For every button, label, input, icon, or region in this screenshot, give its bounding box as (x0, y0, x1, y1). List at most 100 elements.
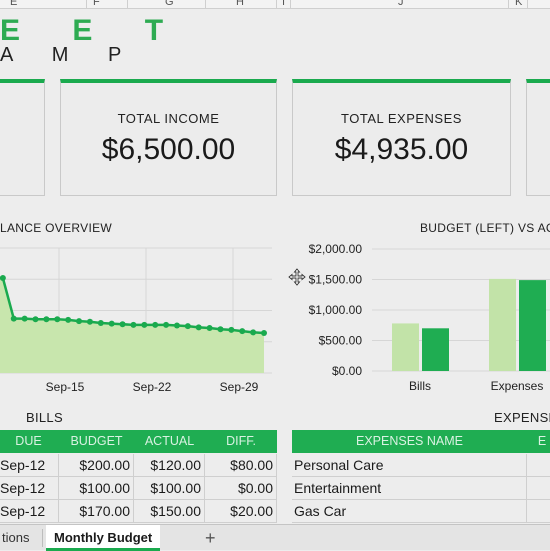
table-header-cell[interactable]: E (527, 430, 550, 453)
x-tick-label: Sep-29 (220, 380, 259, 394)
x-tick-label: Bills (409, 379, 431, 393)
table-header-cell[interactable]: DIFF. (205, 430, 277, 453)
balance-overview-title: LANCE OVERVIEW (0, 221, 113, 235)
balance-point (206, 325, 213, 331)
x-tick-label: Sep-15 (46, 380, 85, 394)
table-cell[interactable] (527, 477, 550, 500)
balance-point (261, 330, 267, 336)
expenses-title: EXPENSE (494, 410, 550, 425)
y-tick-label: $0.00 (332, 364, 362, 378)
balance-point (152, 321, 159, 328)
add-sheet-button[interactable]: + (205, 525, 216, 551)
balance-point (163, 321, 170, 328)
balance-point (217, 326, 224, 333)
table-cell[interactable]: Personal Care (292, 454, 527, 477)
balance-point (43, 316, 50, 323)
table-cell[interactable]: $170.00 (59, 500, 134, 523)
balance-point (195, 324, 202, 331)
total-income-value: $6,500.00 (101, 133, 236, 166)
table-cell[interactable]: $200.00 (59, 454, 134, 477)
table-cell[interactable]: $150.00 (134, 500, 205, 523)
column-letter[interactable]: J (398, 0, 404, 8)
logo-top-text: E E T (0, 14, 186, 47)
balance-point (250, 329, 257, 336)
table-cell[interactable]: $100.00 (134, 477, 205, 500)
balance-point (54, 316, 61, 323)
balance-point (173, 322, 180, 329)
column-header-bar: E F G H I J K (0, 0, 550, 9)
column-separator[interactable] (527, 0, 528, 9)
column-separator[interactable] (127, 0, 128, 9)
y-tick-label: $1,000.00 (309, 303, 363, 317)
tab-divider (42, 529, 43, 547)
balance-point (228, 326, 235, 333)
table-cell[interactable]: Sep-12 (0, 477, 59, 500)
balance-point (10, 315, 17, 322)
table-cell[interactable]: $20.00 (205, 500, 277, 523)
y-tick-label: $1,500.00 (309, 273, 363, 287)
bar (519, 280, 546, 371)
total-income-label: TOTAL INCOME (117, 111, 220, 126)
balance-point (32, 316, 39, 323)
balance-area-chart: Sep-15 Sep-22 Sep-29 (0, 247, 272, 394)
sheet-tab-monthly-budget[interactable]: Monthly Budget (46, 525, 161, 551)
y-tick-label: $500.00 (319, 334, 363, 348)
balance-point (108, 320, 115, 327)
balance-point (65, 316, 72, 323)
column-separator[interactable] (276, 0, 277, 9)
table-header-cell[interactable]: EXPENSES NAME (292, 430, 527, 453)
balance-point (141, 321, 148, 328)
column-letter[interactable]: E (10, 0, 17, 8)
table-cell[interactable]: Entertainment (292, 477, 527, 500)
column-separator[interactable] (508, 0, 509, 9)
balance-point (130, 321, 137, 328)
table-cell[interactable]: $0.00 (205, 477, 277, 500)
column-letter[interactable]: I (282, 0, 285, 8)
balance-point (184, 323, 191, 330)
table-cell[interactable] (527, 500, 550, 523)
column-separator[interactable] (86, 0, 87, 9)
column-letter[interactable]: G (165, 0, 174, 8)
balance-point (0, 275, 6, 281)
column-letter[interactable]: H (236, 0, 244, 8)
y-tick-label: $2,000.00 (309, 242, 363, 256)
total-expenses-value: $4,935.00 (334, 133, 469, 166)
balance-point (97, 320, 104, 326)
table-cell[interactable]: $120.00 (134, 454, 205, 477)
table-cell[interactable]: $80.00 (205, 454, 277, 477)
logo-bottom-text: A M P (0, 44, 139, 66)
budget-vs-actual-title: BUDGET (LEFT) VS AC (420, 221, 550, 235)
table-header-cell[interactable]: ACTUAL (134, 430, 205, 453)
x-tick-label: Expenses (491, 379, 544, 393)
sheet-tab-instructions[interactable]: tions (2, 525, 29, 551)
balance-point (76, 318, 83, 325)
bar (392, 323, 419, 371)
column-separator[interactable] (290, 0, 291, 9)
column-letter[interactable]: K (515, 0, 522, 8)
sheet-tab-bar: tions Monthly Budget + (0, 524, 550, 551)
table-cell[interactable]: Sep-12 (0, 500, 59, 523)
budget-vs-actual-chart: $2,000.00 $1,500.00 $1,000.00 $500.00 $0.00 B… (309, 242, 550, 393)
bar (422, 328, 449, 371)
balance-point (21, 315, 28, 322)
bar (489, 278, 516, 371)
table-cell[interactable] (527, 454, 550, 477)
table-header-cell[interactable]: DUE (0, 430, 59, 453)
column-letter[interactable]: F (93, 0, 100, 8)
table-cell[interactable]: $100.00 (59, 477, 134, 500)
summary-card-left (0, 79, 45, 196)
column-separator[interactable] (205, 0, 206, 9)
table-header-cell[interactable]: BUDGET (59, 430, 134, 453)
move-cursor-icon (288, 268, 306, 286)
x-tick-label: Sep-22 (133, 380, 172, 394)
table-cell[interactable]: Sep-12 (0, 454, 59, 477)
summary-card-right (526, 79, 550, 196)
total-expenses-label: TOTAL EXPENSES (341, 111, 462, 126)
bills-title: BILLS (26, 410, 63, 425)
table-cell[interactable]: Gas Car (292, 500, 527, 523)
total-income-card: TOTAL INCOME $6,500.00 (60, 79, 277, 196)
balance-point (119, 321, 126, 328)
balance-point (239, 328, 246, 335)
balance-point (86, 318, 93, 325)
total-expenses-card: TOTAL EXPENSES $4,935.00 (292, 79, 511, 196)
